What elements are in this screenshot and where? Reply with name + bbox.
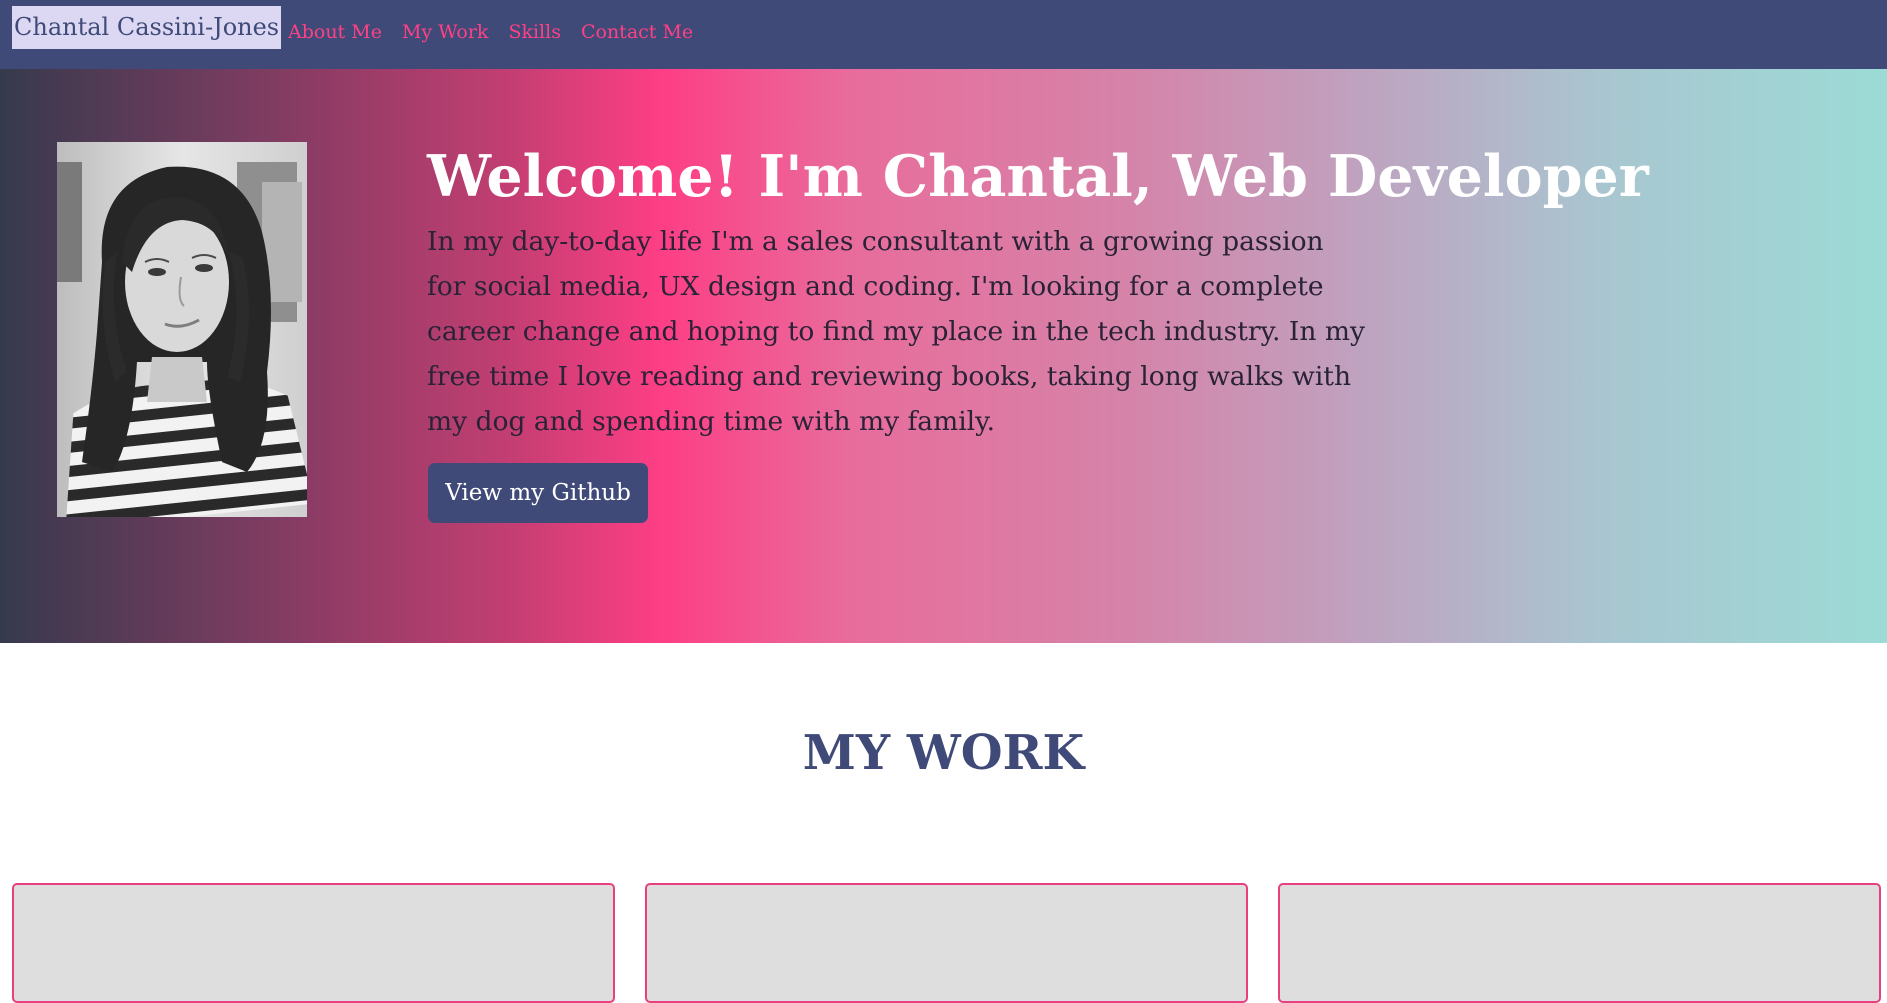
project-card[interactable] <box>645 883 1248 1003</box>
navbar: Chantal Cassini-Jones About Me My Work S… <box>0 0 1887 69</box>
nav-link-my-work[interactable]: My Work <box>402 19 489 45</box>
nav-link-skills[interactable]: Skills <box>508 19 561 45</box>
nav-link-contact-me[interactable]: Contact Me <box>581 19 693 45</box>
hero-section: Welcome! I'm Chantal, Web Developer In m… <box>0 69 1887 643</box>
project-card[interactable] <box>12 883 615 1003</box>
view-github-button[interactable]: View my Github <box>428 463 648 523</box>
nav-link-about-me[interactable]: About Me <box>288 19 382 45</box>
hero-title: Welcome! I'm Chantal, Web Developer <box>427 143 1649 210</box>
my-work-heading: MY WORK <box>802 725 1085 781</box>
hero-intro-text: In my day-to-day life I'm a sales consul… <box>427 226 1365 437</box>
profile-photo <box>57 142 307 517</box>
nav-links: About Me My Work Skills Contact Me <box>288 19 693 45</box>
brand-logo-link[interactable]: Chantal Cassini-Jones <box>12 6 282 49</box>
project-card[interactable] <box>1278 883 1881 1003</box>
